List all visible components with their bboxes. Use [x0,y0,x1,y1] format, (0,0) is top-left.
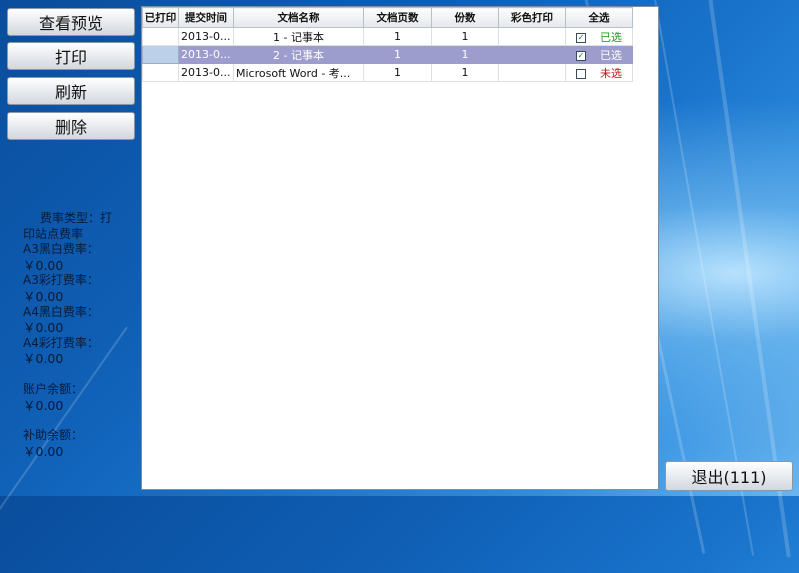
color-print-cell [498,45,566,64]
refresh-button[interactable]: 刷新 [7,77,135,105]
page-count-cell: 1 [363,63,432,82]
header-select-all[interactable]: 全选 [565,7,633,28]
color-print-cell [498,27,566,46]
color-print-cell [498,63,566,82]
account-balance-label: 账户余额： [23,381,84,396]
doc-name-cell: 2 - 记事本 [233,45,364,64]
rate-type-label: 费率类型：打 [40,211,113,225]
document-list-panel: 已打印 提交时间 文档名称 文档页数 份数 彩色打印 全选 2013-0... … [141,6,659,490]
select-status: 未选 [600,66,622,80]
select-status: 已选 [600,48,622,62]
subsidy-balance-label: 补助余额： [23,428,84,443]
printed-cell [142,27,179,46]
a3-bw-rate-value: ￥0.00 [23,257,64,273]
header-page-count[interactable]: 文档页数 [363,7,432,28]
copies-cell: 1 [431,27,499,46]
subsidy-balance-value: ￥0.00 [23,443,64,459]
header-printed[interactable]: 已打印 [142,7,179,28]
a3-color-rate-label: A3彩打费率： [23,273,99,288]
table-row[interactable]: 2013-0... Microsoft Word - 考... 1 1 未选 [142,63,633,82]
select-cell[interactable]: ✓ 已选 [565,45,633,64]
a3-bw-rate-label: A3黑白费率： [23,242,99,257]
submit-time-cell: 2013-0... [178,45,234,64]
table-row[interactable]: 2013-0... 1 - 记事本 1 1 ✓ 已选 [142,27,633,46]
copies-cell: 1 [431,45,499,64]
header-color-print[interactable]: 彩色打印 [498,7,566,28]
doc-name-cell: 1 - 记事本 [233,27,364,46]
print-button[interactable]: 打印 [7,42,135,70]
a4-bw-rate-value: ￥0.00 [23,320,64,336]
checkbox-unchecked-icon[interactable] [576,68,586,79]
document-table: 已打印 提交时间 文档名称 文档页数 份数 彩色打印 全选 2013-0... … [142,7,633,82]
checkbox-checked-icon[interactable]: ✓ [576,32,586,43]
table-header-row: 已打印 提交时间 文档名称 文档页数 份数 彩色打印 全选 [142,7,633,28]
select-cell[interactable]: 未选 [565,63,633,82]
header-doc-name[interactable]: 文档名称 [233,7,364,28]
delete-button[interactable]: 删除 [7,112,135,140]
printed-cell [142,45,179,64]
a3-color-rate-value: ￥0.00 [23,288,64,304]
preview-button[interactable]: 查看预览 [7,8,135,36]
rate-type-label-cont: 印站点费率 [23,226,84,241]
select-status: 已选 [600,30,622,44]
account-balance-value: ￥0.00 [23,397,64,413]
checkbox-checked-icon[interactable]: ✓ [576,50,586,61]
select-cell[interactable]: ✓ 已选 [565,27,633,46]
page-count-cell: 1 [363,45,432,64]
doc-name-cell: Microsoft Word - 考... [233,63,364,82]
header-submit-time[interactable]: 提交时间 [178,7,234,28]
submit-time-cell: 2013-0... [178,27,234,46]
header-copies[interactable]: 份数 [431,7,499,28]
page-count-cell: 1 [363,27,432,46]
copies-cell: 1 [431,63,499,82]
exit-button[interactable]: 退出(111) [665,461,793,491]
rate-info-panel: 费率类型：打 印站点费率 A3黑白费率： ￥0.00 A3彩打费率： ￥0.00… [23,211,128,459]
printed-cell [142,63,179,82]
a4-color-rate-label: A4彩打费率： [23,335,99,350]
table-row-selected[interactable]: 2013-0... 2 - 记事本 1 1 ✓ 已选 [142,45,633,64]
submit-time-cell: 2013-0... [178,63,234,82]
a4-color-rate-value: ￥0.00 [23,351,64,367]
a4-bw-rate-label: A4黑白费率： [23,304,99,319]
